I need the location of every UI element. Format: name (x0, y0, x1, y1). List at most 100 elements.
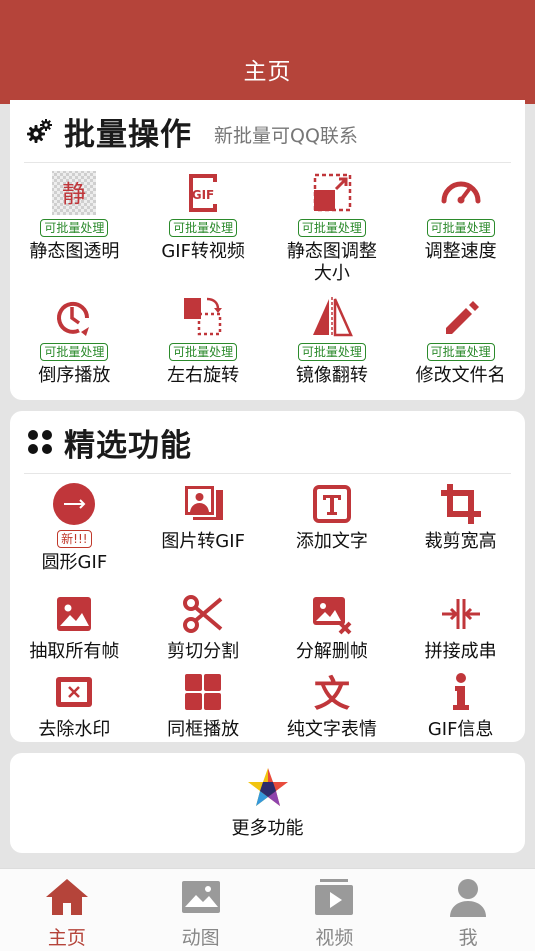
star-icon (246, 766, 290, 814)
grid-icon (180, 669, 226, 715)
item-label: 剪切分割 (167, 641, 240, 662)
decompose-frames-button[interactable]: 分解删帧 (268, 591, 397, 669)
item-label: 圆形GIF (41, 552, 108, 573)
item-label: 去除水印 (38, 719, 111, 740)
item-label: 纯文字表情 (286, 719, 377, 740)
item-label: 图片转GIF (161, 531, 245, 552)
join-chain-button[interactable]: 拼接成串 (396, 591, 525, 669)
circle-gif-icon (51, 481, 97, 527)
gallery-icon (178, 877, 224, 921)
crop-button[interactable]: 裁剪宽高 (396, 481, 525, 591)
gears-icon (26, 117, 54, 145)
watermark-remove-icon (51, 669, 97, 715)
video-icon (311, 877, 357, 921)
batch-subtitle: 新批量可QQ联系 (214, 124, 358, 147)
item-label: 修改文件名 (415, 365, 506, 386)
item-label: 左右旋转 (167, 365, 240, 386)
tab-home[interactable]: 主页 (0, 869, 134, 951)
tab-me[interactable]: 我 (401, 869, 535, 951)
resize-icon (309, 170, 355, 216)
batch-badge: 可批量处理 (426, 219, 495, 237)
featured-card: 精选功能 新!!! 圆形GIF 图片转GIF 添加文字 裁剪宽高 抽取所有帧 剪… (10, 411, 525, 742)
item-label: 同框播放 (167, 719, 240, 740)
add-text-button[interactable]: 添加文字 (268, 481, 397, 591)
svg-text:GIF: GIF (192, 188, 215, 202)
divider (24, 473, 511, 474)
batch-header: 批量操作 新批量可QQ联系 (10, 100, 525, 162)
batch-operations-card: 批量操作 新批量可QQ联系 静 可批量处理 静态图透明 GIF 可批量处理 GI… (10, 100, 525, 400)
item-label: 静态图透明 (29, 241, 120, 262)
wen-glyph: 文 (314, 674, 350, 715)
new-badge: 新!!! (57, 530, 92, 548)
rotate-icon (180, 294, 226, 340)
featured-title: 精选功能 (64, 427, 192, 464)
same-frame-play-button[interactable]: 同框播放 (139, 669, 268, 747)
bottom-nav: 主页 动图 视频 我 (0, 868, 535, 951)
cut-split-button[interactable]: 剪切分割 (139, 591, 268, 669)
tab-label: 我 (458, 927, 478, 949)
speed-button[interactable]: 可批量处理 调整速度 (396, 170, 525, 294)
text-icon (309, 481, 355, 527)
scissors-icon (180, 591, 226, 637)
item-label: 镜像翻转 (295, 365, 368, 386)
home-icon (44, 877, 90, 921)
item-label: GIF信息 (427, 719, 494, 740)
item-label: 静态图调整 大小 (286, 241, 377, 284)
static-transparent-button[interactable]: 静 可批量处理 静态图透明 (10, 170, 139, 294)
static-glyph: 静 (62, 180, 86, 208)
text-emoji-button[interactable]: 文 纯文字表情 (268, 669, 397, 747)
batch-badge: 可批量处理 (169, 219, 238, 237)
item-label: GIF转视频 (161, 241, 245, 262)
tab-label: 动图 (181, 927, 220, 949)
tab-video[interactable]: 视频 (268, 869, 402, 951)
speedometer-icon (438, 170, 484, 216)
rename-file-button[interactable]: 可批量处理 修改文件名 (396, 294, 525, 418)
image-icon (51, 591, 97, 637)
more-label: 更多功能 (231, 818, 304, 839)
wen-text-icon: 文 (309, 669, 355, 715)
tab-animations[interactable]: 动图 (134, 869, 268, 951)
images-to-gif-button[interactable]: 图片转GIF (139, 481, 268, 591)
item-label: 添加文字 (295, 531, 368, 552)
resize-button[interactable]: 可批量处理 静态图调整 大小 (268, 170, 397, 294)
info-icon (438, 669, 484, 715)
images-icon (180, 481, 226, 527)
gif-to-video-button[interactable]: GIF 可批量处理 GIF转视频 (139, 170, 268, 294)
batch-badge: 可批量处理 (426, 343, 495, 361)
user-icon (445, 877, 491, 921)
item-label: 裁剪宽高 (424, 531, 497, 552)
batch-badge: 可批量处理 (40, 219, 109, 237)
gif-icon: GIF (180, 170, 226, 216)
gif-info-button[interactable]: GIF信息 (396, 669, 525, 747)
pencil-icon (438, 294, 484, 340)
reverse-play-button[interactable]: 可批量处理 倒序播放 (10, 294, 139, 418)
mirror-flip-button[interactable]: 可批量处理 镜像翻转 (268, 294, 397, 418)
tab-label: 视频 (315, 927, 354, 949)
image-delete-icon (309, 591, 355, 637)
top-bar: 主页 (0, 0, 535, 104)
rotate-button[interactable]: 可批量处理 左右旋转 (139, 294, 268, 418)
item-label: 倒序播放 (38, 365, 111, 386)
extract-frames-button[interactable]: 抽取所有帧 (10, 591, 139, 669)
join-icon (438, 591, 484, 637)
item-label: 分解删帧 (295, 641, 368, 662)
apps-icon (26, 428, 54, 456)
reverse-clock-icon (51, 294, 97, 340)
item-label: 调整速度 (424, 241, 497, 262)
item-label: 拼接成串 (424, 641, 497, 662)
featured-header: 精选功能 (10, 411, 525, 473)
divider (24, 162, 511, 163)
batch-badge: 可批量处理 (40, 343, 109, 361)
batch-badge: 可批量处理 (297, 219, 366, 237)
crop-icon (438, 481, 484, 527)
more-card: 更多功能 (10, 753, 525, 853)
item-label: 抽取所有帧 (29, 641, 120, 662)
mirror-flip-icon (309, 294, 355, 340)
batch-title: 批量操作 (64, 116, 192, 153)
more-features-button[interactable]: 更多功能 (10, 753, 525, 853)
remove-watermark-button[interactable]: 去除水印 (10, 669, 139, 747)
tab-label: 主页 (47, 927, 86, 949)
page-title: 主页 (243, 59, 292, 85)
static-transparent-icon: 静 (51, 170, 97, 216)
circle-gif-button[interactable]: 新!!! 圆形GIF (10, 481, 139, 591)
